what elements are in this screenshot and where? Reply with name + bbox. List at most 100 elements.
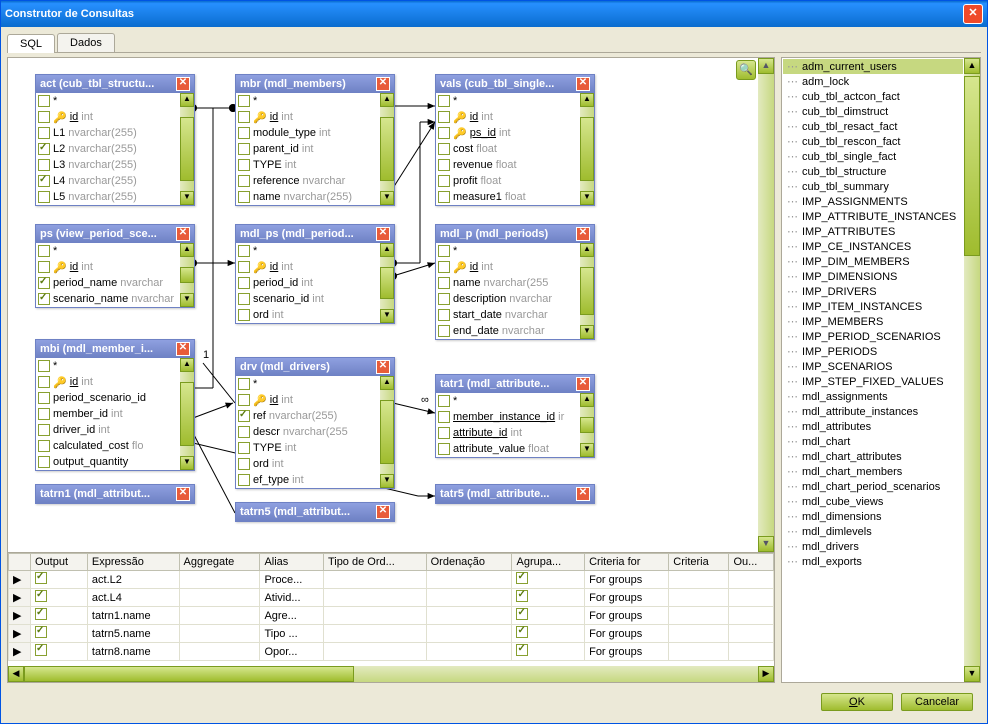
tree-item-adm_current_users[interactable]: ⋯adm_current_users [783, 59, 963, 74]
sorttype-cell[interactable] [323, 625, 426, 643]
or-cell[interactable] [729, 571, 774, 589]
entity-header[interactable]: mbi (mdl_member_i...✕ [36, 340, 194, 358]
field-checkbox[interactable] [438, 95, 450, 107]
close-icon[interactable]: ✕ [963, 4, 983, 24]
tables-tree[interactable]: ⋯adm_current_users⋯adm_lock⋯cub_tbl_actc… [782, 58, 964, 682]
tree-item-IMP_ITEM_INSTANCES[interactable]: ⋯IMP_ITEM_INSTANCES [783, 299, 963, 314]
grid-row[interactable]: ▶tatrn1.nameAgre...For groups [9, 607, 774, 625]
entity-scrollbar[interactable]: ▲▼ [180, 358, 194, 470]
field-member_instance_id[interactable]: member_instance_id ir [436, 409, 580, 425]
crit-cell[interactable] [669, 589, 729, 607]
field-scenario_name[interactable]: scenario_name nvarchar [36, 291, 180, 307]
scroll-right-icon[interactable]: ▶ [758, 666, 774, 682]
entity-scrollbar[interactable]: ▲▼ [580, 393, 594, 457]
field-checkbox[interactable] [38, 111, 50, 123]
expr-cell[interactable]: act.L4 [87, 589, 179, 607]
crit-cell[interactable] [669, 607, 729, 625]
field-checkbox[interactable] [238, 159, 250, 171]
grid-row[interactable]: ▶act.L4Ativid...For groups [9, 589, 774, 607]
tree-item-IMP_DRIVERS[interactable]: ⋯IMP_DRIVERS [783, 284, 963, 299]
critfor-cell[interactable]: For groups [585, 643, 669, 661]
entity-drv[interactable]: drv (mdl_drivers)✕* 🔑id intref nvarchar(… [235, 357, 395, 489]
scroll-thumb[interactable] [380, 400, 394, 464]
scroll-down-icon[interactable]: ▼ [180, 191, 194, 205]
entity-vals[interactable]: vals (cub_tbl_single...✕* 🔑id int🔑ps_id … [435, 74, 595, 206]
scroll-down-icon[interactable]: ▼ [180, 456, 194, 470]
or-cell[interactable] [729, 589, 774, 607]
entity-close-icon[interactable]: ✕ [576, 487, 590, 501]
entity-tatrn5[interactable]: tatrn5 (mdl_attribut...✕ [235, 502, 395, 522]
entity-header[interactable]: mdl_ps (mdl_period...✕ [236, 225, 394, 243]
entity-scrollbar[interactable]: ▲▼ [380, 93, 394, 205]
scroll-up-icon[interactable]: ▲ [580, 393, 594, 407]
entity-mdl_p[interactable]: mdl_p (mdl_periods)✕* 🔑id intname nvarch… [435, 224, 595, 340]
scroll-thumb[interactable] [180, 382, 194, 446]
tree-item-IMP_STEP_FIXED_VALUES[interactable]: ⋯IMP_STEP_FIXED_VALUES [783, 374, 963, 389]
field-checkbox[interactable] [438, 143, 450, 155]
field-name[interactable]: name nvarchar(255 [436, 275, 580, 291]
sort-cell[interactable] [426, 625, 512, 643]
scroll-down-icon[interactable]: ▼ [180, 293, 194, 307]
field-checkbox[interactable] [438, 191, 450, 203]
field-checkbox[interactable] [238, 474, 250, 486]
crit-cell[interactable] [669, 625, 729, 643]
field-checkbox[interactable] [438, 159, 450, 171]
field-checkbox[interactable] [438, 325, 450, 337]
field-id[interactable]: 🔑id int [236, 259, 380, 275]
tree-item-IMP_ATTRIBUTES[interactable]: ⋯IMP_ATTRIBUTES [783, 224, 963, 239]
field-checkbox[interactable] [238, 143, 250, 155]
entity-scrollbar[interactable]: ▲▼ [580, 243, 594, 339]
crit-cell[interactable] [669, 643, 729, 661]
field-period_name[interactable]: period_name nvarchar [36, 275, 180, 291]
row-selector[interactable]: ▶ [9, 571, 31, 589]
entity-header[interactable]: ps (view_period_sce...✕ [36, 225, 194, 243]
scroll-down-icon[interactable]: ▼ [380, 191, 394, 205]
tree-item-cub_tbl_summary[interactable]: ⋯cub_tbl_summary [783, 179, 963, 194]
grid-header[interactable]: Tipo de Ord... [323, 554, 426, 571]
entity-header[interactable]: tatrn5 (mdl_attribut...✕ [236, 503, 394, 521]
grid-row[interactable]: ▶tatrn8.nameOpor...For groups [9, 643, 774, 661]
grid-horizontal-scrollbar[interactable]: ◀ ▶ [8, 666, 774, 682]
agg-cell[interactable] [179, 625, 260, 643]
entity-header[interactable]: tatrn1 (mdl_attribut...✕ [36, 485, 194, 503]
entity-header[interactable]: drv (mdl_drivers)✕ [236, 358, 394, 376]
field-id[interactable]: 🔑id int [436, 259, 580, 275]
field-profit[interactable]: profit float [436, 173, 580, 189]
sort-cell[interactable] [426, 607, 512, 625]
agg-cell[interactable] [179, 643, 260, 661]
group-cell[interactable] [512, 607, 585, 625]
field-checkbox[interactable] [38, 191, 50, 203]
grid-header[interactable]: Criteria [669, 554, 729, 571]
grid-header[interactable]: Aggregate [179, 554, 260, 571]
or-cell[interactable] [729, 625, 774, 643]
group-cell[interactable] [512, 625, 585, 643]
field-L5[interactable]: L5 nvarchar(255) [36, 189, 180, 205]
entity-header[interactable]: mbr (mdl_members)✕ [236, 75, 394, 93]
group-cell[interactable] [512, 571, 585, 589]
row-selector[interactable]: ▶ [9, 643, 31, 661]
field-checkbox[interactable] [438, 411, 450, 423]
entity-tatrn1[interactable]: tatrn1 (mdl_attribut...✕ [35, 484, 195, 504]
criteria-grid[interactable]: OutputExpressãoAggregateAliasTipo de Ord… [8, 553, 774, 666]
entity-close-icon[interactable]: ✕ [376, 227, 390, 241]
tree-item-IMP_PERIODS[interactable]: ⋯IMP_PERIODS [783, 344, 963, 359]
tree-item-cub_tbl_rescon_fact[interactable]: ⋯cub_tbl_rescon_fact [783, 134, 963, 149]
field-checkbox[interactable] [38, 159, 50, 171]
field-checkbox[interactable] [438, 443, 450, 455]
row-selector[interactable]: ▶ [9, 625, 31, 643]
tree-item-IMP_CE_INSTANCES[interactable]: ⋯IMP_CE_INSTANCES [783, 239, 963, 254]
grid-header[interactable]: Alias [260, 554, 324, 571]
field-*[interactable]: * [36, 93, 180, 109]
agg-cell[interactable] [179, 589, 260, 607]
tree-item-mdl_drivers[interactable]: ⋯mdl_drivers [783, 539, 963, 554]
field-checkbox[interactable] [38, 376, 50, 388]
field-checkbox[interactable] [38, 360, 50, 372]
field-calculated_cost[interactable]: calculated_cost flo [36, 438, 180, 454]
field-parent_id[interactable]: parent_id int [236, 141, 380, 157]
entity-close-icon[interactable]: ✕ [576, 227, 590, 241]
field-L2[interactable]: L2 nvarchar(255) [36, 141, 180, 157]
field-checkbox[interactable] [438, 309, 450, 321]
scroll-down-icon[interactable]: ▼ [580, 325, 594, 339]
field-attribute_value[interactable]: attribute_value float [436, 441, 580, 457]
output-cell[interactable] [31, 589, 88, 607]
